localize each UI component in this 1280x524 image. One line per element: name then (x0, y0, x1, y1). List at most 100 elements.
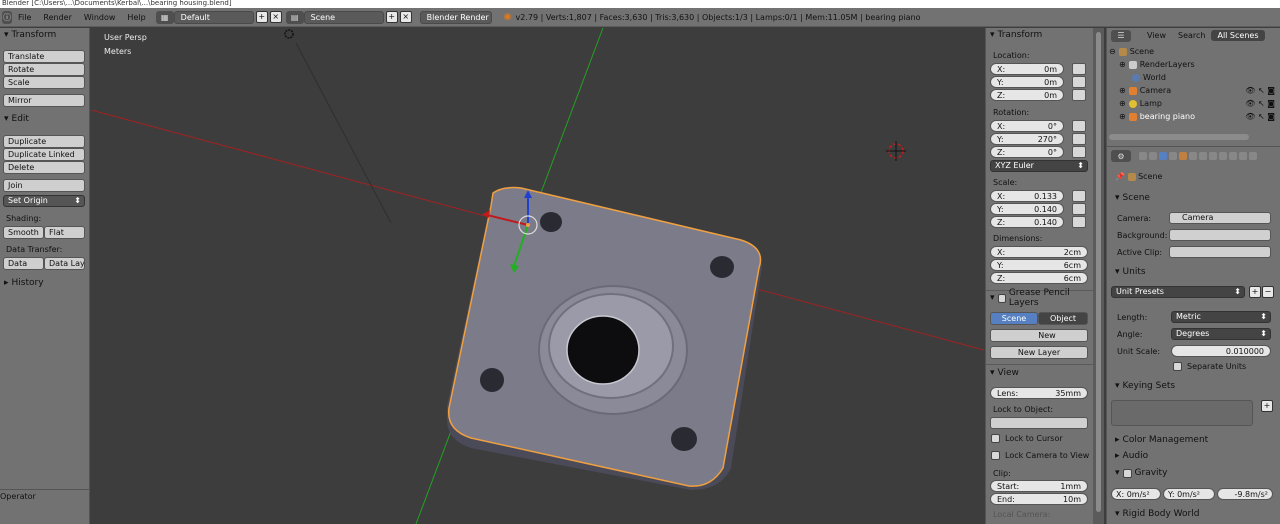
gp-new-button[interactable]: New (990, 329, 1088, 342)
scale-x-field[interactable]: X: 0.133 (990, 190, 1064, 202)
scale-y-field[interactable]: Y: 0.140 (990, 203, 1064, 215)
outliner-item-bearing-piano[interactable]: ⊕ bearing piano 👁 ↖ ◙ (1107, 110, 1280, 123)
gp-object-tab[interactable]: Object (1038, 312, 1088, 325)
location-y-field[interactable]: Y: 0m (990, 76, 1064, 88)
data-tab-icon[interactable] (1209, 152, 1217, 160)
translate-button[interactable]: Translate (3, 50, 85, 63)
screen-layout-icon[interactable]: ▦ (155, 10, 174, 24)
lock-scale-z-icon[interactable] (1072, 216, 1086, 228)
object-tab-icon[interactable] (1179, 152, 1187, 160)
keying-sets-list[interactable] (1111, 400, 1253, 426)
outliner-item-camera[interactable]: ⊕ Camera 👁 ↖ ◙ (1107, 84, 1280, 97)
lock-location-z-icon[interactable] (1072, 89, 1086, 101)
screen-layout-field[interactable]: Default (173, 10, 254, 24)
data-layout-button[interactable]: Data Layo (44, 257, 85, 270)
location-x-field[interactable]: X: 0m (990, 63, 1064, 75)
dimensions-x-field[interactable]: X: 2cm (990, 246, 1088, 258)
separate-units-checkbox[interactable] (1173, 362, 1182, 371)
scene-panel-header[interactable]: ▾ Scene (1111, 191, 1150, 205)
grease-pencil-checkbox[interactable] (997, 293, 1006, 303)
clip-start-field[interactable]: Start: 1mm (990, 480, 1088, 492)
scale-z-field[interactable]: Z: 0.140 (990, 216, 1064, 228)
lock-scale-x-icon[interactable] (1072, 190, 1086, 202)
lock-scale-y-icon[interactable] (1072, 203, 1086, 215)
remove-unit-preset-button[interactable]: − (1262, 286, 1274, 298)
outliner-item-world[interactable]: World (1107, 71, 1280, 84)
angle-dropdown[interactable]: Degrees ⬍ (1171, 328, 1271, 340)
rotation-y-field[interactable]: Y: 270° (990, 133, 1064, 145)
lock-rotation-x-icon[interactable] (1072, 120, 1086, 132)
lock-camera-to-view-checkbox[interactable] (991, 451, 1000, 460)
material-tab-icon[interactable] (1219, 152, 1227, 160)
properties-editor-icon[interactable]: ⚙ (1111, 150, 1131, 162)
outliner-display-mode[interactable]: All Scenes (1211, 30, 1265, 41)
lock-rotation-z-icon[interactable] (1072, 146, 1086, 158)
join-button[interactable]: Join (3, 179, 85, 192)
3d-cursor-icon[interactable] (886, 141, 906, 161)
3d-viewport[interactable]: User Persp Meters (91, 28, 984, 524)
duplicate-button[interactable]: Duplicate (3, 135, 85, 148)
add-unit-preset-button[interactable]: + (1249, 286, 1261, 298)
particles-tab-icon[interactable] (1239, 152, 1247, 160)
outliner-hscrollbar[interactable] (1109, 134, 1249, 140)
menu-window[interactable]: Window (78, 13, 122, 22)
duplicate-linked-button[interactable]: Duplicate Linked (3, 148, 85, 161)
camera-field[interactable]: Camera (1169, 212, 1271, 224)
texture-tab-icon[interactable] (1229, 152, 1237, 160)
npanel-scrollbar[interactable] (1093, 28, 1104, 524)
gravity-header[interactable]: ▾ Gravity (1111, 466, 1167, 480)
render-tab-icon[interactable] (1139, 152, 1147, 160)
visibility-icons[interactable]: 👁 ↖ ◙ (1245, 112, 1275, 121)
outliner-search-menu[interactable]: Search (1178, 31, 1205, 40)
gravity-checkbox[interactable] (1122, 468, 1132, 478)
keying-sets-header[interactable]: ▾ Keying Sets (1111, 379, 1175, 393)
grease-pencil-header[interactable]: ▾ Grease Pencil Layers (986, 288, 1093, 308)
rotation-z-field[interactable]: Z: 0° (990, 146, 1064, 158)
scrollbar-thumb[interactable] (1096, 32, 1101, 512)
world-tab-icon[interactable] (1169, 152, 1177, 160)
data-transfer-button[interactable]: Data (3, 257, 44, 270)
clip-end-field[interactable]: End: 10m (990, 493, 1088, 505)
rotation-mode-dropdown[interactable]: XYZ Euler ⬍ (990, 160, 1088, 172)
rigid-body-world-header[interactable]: ▾ Rigid Body World (1111, 507, 1199, 521)
lens-field[interactable]: Lens: 35mm (990, 387, 1088, 399)
gp-new-layer-button[interactable]: New Layer (990, 346, 1088, 359)
scale-button[interactable]: Scale (3, 76, 85, 89)
dimensions-z-field[interactable]: Z: 6cm (990, 272, 1088, 284)
constraints-tab-icon[interactable] (1189, 152, 1197, 160)
lamp-icon[interactable] (284, 29, 294, 39)
lock-location-y-icon[interactable] (1072, 76, 1086, 88)
background-field[interactable] (1169, 229, 1271, 241)
bearing-piano-object[interactable] (446, 186, 762, 491)
length-dropdown[interactable]: Metric ⬍ (1171, 311, 1271, 323)
lock-to-cursor-checkbox[interactable] (991, 434, 1000, 443)
rotation-x-field[interactable]: X: 0° (990, 120, 1064, 132)
lock-to-object-field[interactable] (990, 417, 1088, 429)
modifiers-tab-icon[interactable] (1199, 152, 1207, 160)
visibility-icons[interactable]: 👁 ↖ ◙ (1245, 86, 1275, 95)
pin-icon[interactable]: 📌 (1115, 172, 1125, 181)
lock-location-x-icon[interactable] (1072, 63, 1086, 75)
dimensions-y-field[interactable]: Y: 6cm (990, 259, 1088, 271)
outliner-item-scene[interactable]: ⊖ Scene (1107, 45, 1280, 58)
unit-scale-field[interactable]: 0.010000 (1171, 345, 1271, 357)
location-z-field[interactable]: Z: 0m (990, 89, 1064, 101)
menu-help[interactable]: Help (121, 13, 151, 22)
delete-button[interactable]: Delete (3, 161, 85, 174)
scene-icon[interactable]: ▤ (285, 10, 304, 24)
menu-render[interactable]: Render (37, 13, 77, 22)
flat-button[interactable]: Flat (44, 226, 85, 239)
active-clip-field[interactable] (1169, 246, 1271, 258)
gravity-z-field[interactable]: -9.8m/s² (1217, 488, 1273, 500)
outliner-item-lamp[interactable]: ⊕ Lamp 👁 ↖ ◙ (1107, 97, 1280, 110)
unit-presets-dropdown[interactable]: Unit Presets ⬍ (1111, 286, 1245, 298)
add-keying-set-button[interactable]: + (1261, 400, 1273, 412)
color-management-header[interactable]: ▸ Color Management (1111, 433, 1208, 447)
outliner-item-renderlayers[interactable]: ⊕ RenderLayers (1107, 58, 1280, 71)
remove-screen-button[interactable]: × (269, 11, 282, 23)
editor-type-icon[interactable]: ⓘ (2, 10, 12, 24)
operator-panel-header[interactable]: Operator (0, 489, 90, 501)
outliner-editor-icon[interactable]: ☰ (1111, 29, 1131, 42)
scene-field[interactable]: Scene (303, 10, 384, 24)
menu-file[interactable]: File (12, 13, 37, 22)
